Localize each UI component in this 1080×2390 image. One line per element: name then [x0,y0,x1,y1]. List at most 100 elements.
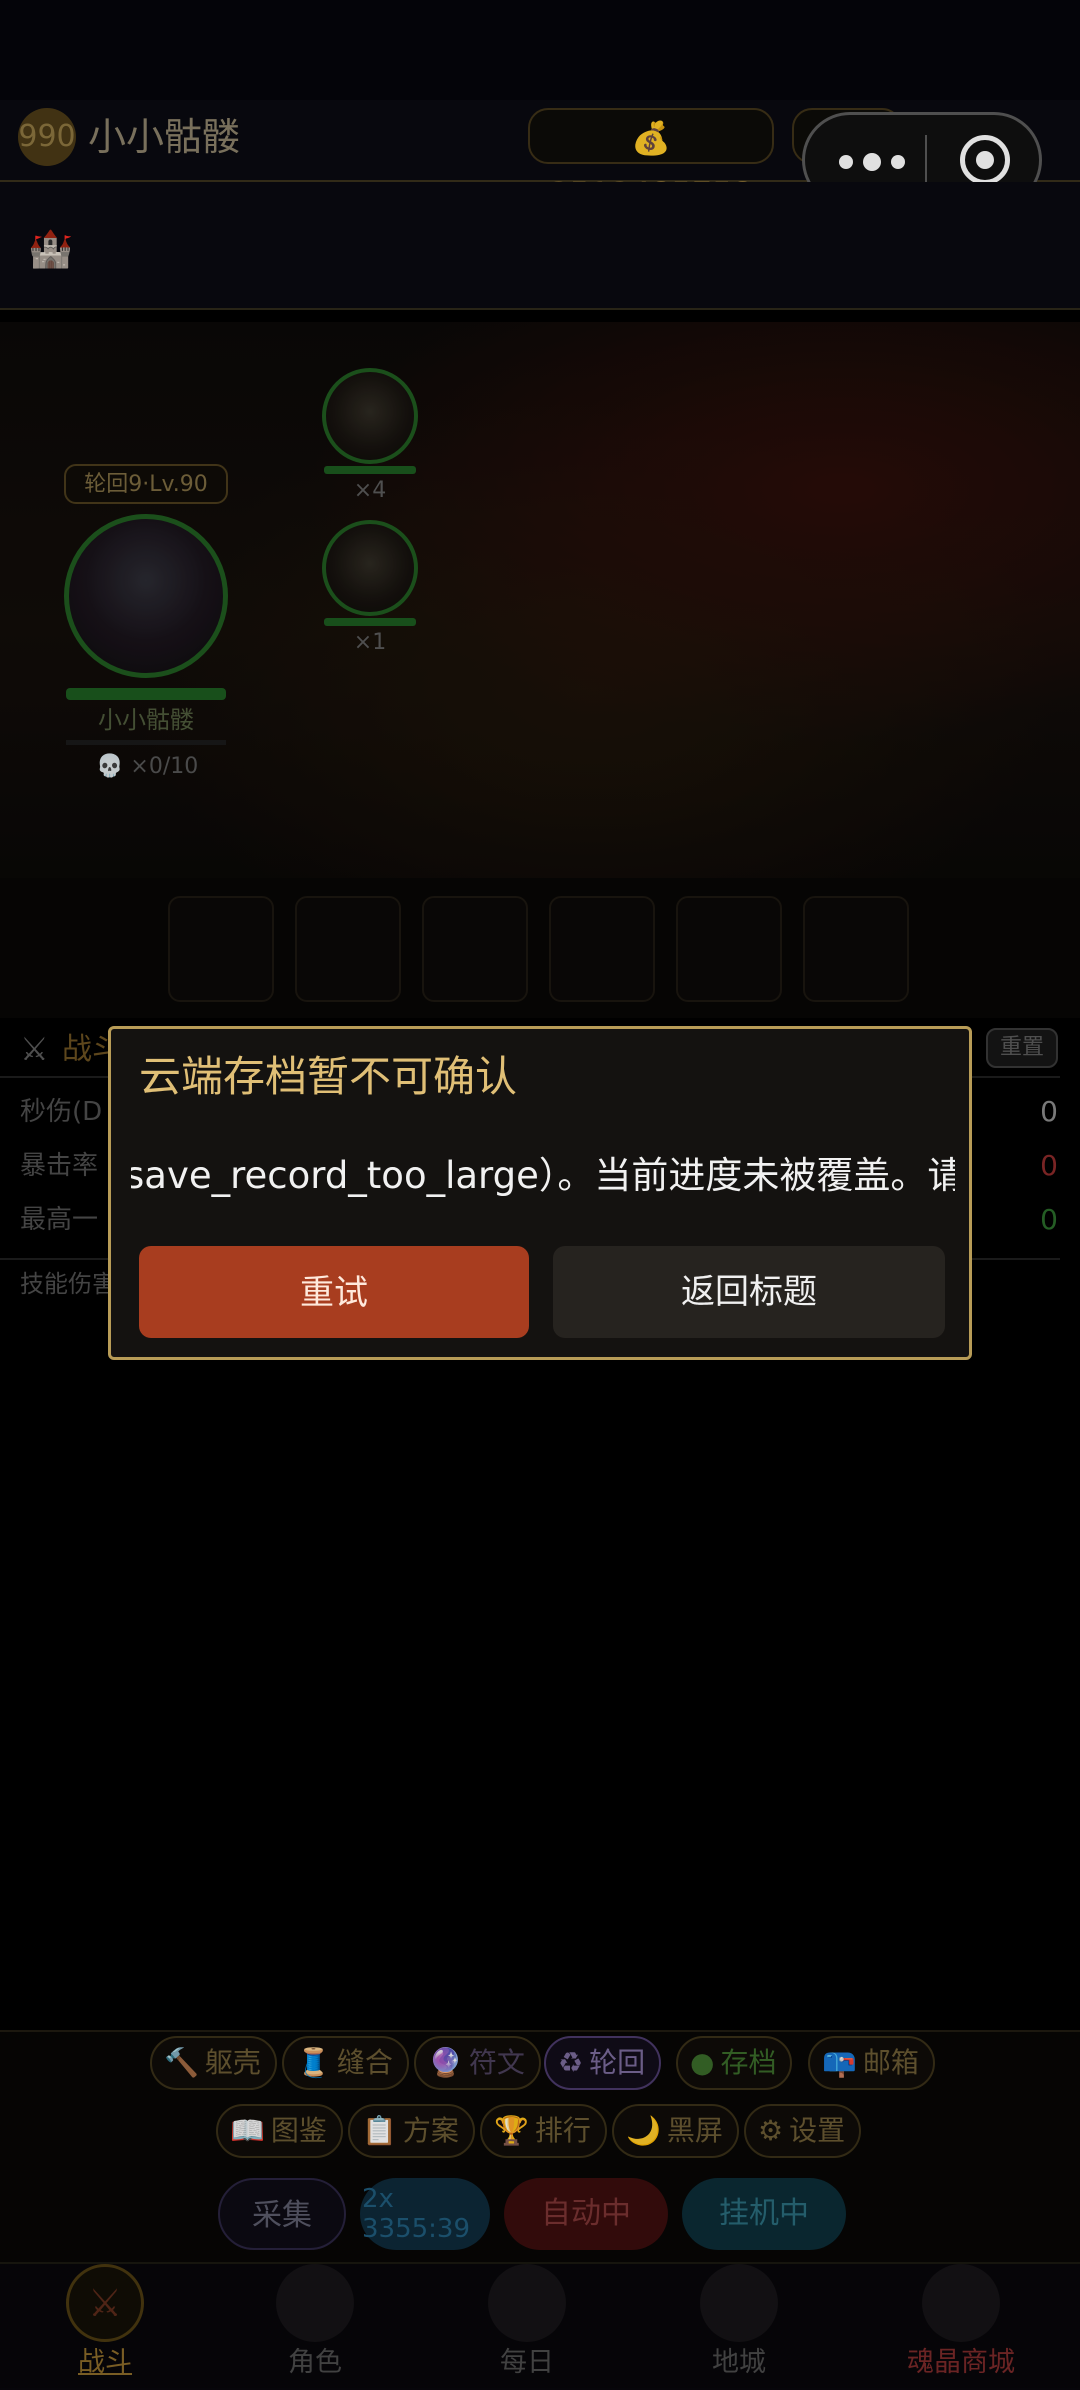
skull-icon: 💀 [96,754,124,779]
chip-label: 符文 [468,2046,525,2079]
kill-progress: 💀 ×0/10 [96,750,198,784]
enemy-count: ×1 [353,630,387,655]
chip-label: 图鉴 [270,2114,327,2147]
nav-daily[interactable]: 每日 [452,2262,602,2388]
character-icon [276,2264,354,2342]
speed-label: 2x [362,2184,394,2214]
dialog-message: save_record_too_large）。当前进度未被覆盖。请稍后 [131,1154,955,1197]
crossed-swords-icon: ⚔ [20,1030,49,1068]
hero-hp-bar [66,688,226,700]
retry-button[interactable]: 重试 [139,1246,529,1338]
skill-slot[interactable] [295,896,401,1002]
kill-count: ×0/10 [130,754,199,779]
timer-label: 3355:39 [362,2214,471,2244]
skill-slot[interactable] [422,896,528,1002]
auto-battle-button[interactable]: 自动中 [504,2178,668,2250]
trophy-icon: 🏆 [494,2114,529,2147]
stat-value: 0 [1040,1095,1058,1128]
skill-slot[interactable] [803,896,909,1002]
daily-icon [488,2264,566,2342]
chip-label: 邮箱 [862,2046,919,2079]
enemy-portrait[interactable] [322,520,418,616]
nav-character[interactable]: 角色 [240,2262,390,2388]
hammer-icon: 🔨 [164,2046,199,2079]
mailbox-icon: 📪 [822,2046,857,2079]
nav-battle[interactable]: ⚔ 战斗 [30,2262,180,2388]
nav-soul-shop[interactable]: 魂晶商城 [886,2262,1036,2388]
cloud-save-dialog: 云端存档暂不可确认 save_record_too_large）。当前进度未被覆… [108,1026,972,1360]
chip-label: 轮回 [589,2046,646,2079]
chip-label: 排行 [534,2114,591,2147]
thread-icon: 🧵 [296,2046,331,2079]
nav-label: 地城 [712,2347,766,2378]
nav-label: 战斗 [78,2347,132,2378]
more-menu-icon[interactable] [835,151,915,175]
chip-mailbox[interactable]: 📪 邮箱 [808,2036,935,2090]
chip-label: 躯壳 [204,2046,261,2079]
enemy-count: ×4 [353,478,387,503]
moon-icon: 🌙 [626,2114,661,2147]
idle-button[interactable]: 挂机中 [682,2178,846,2250]
nav-label: 每日 [500,2347,554,2378]
skill-slot-row [0,878,1080,1018]
status-bar [0,0,1080,100]
dungeon-icon [700,2264,778,2342]
gear-icon: ⚙ [758,2114,784,2147]
book-icon: 📖 [230,2114,265,2147]
stat-label: 最高一 [20,1205,99,1235]
stat-value: 0 [1040,1203,1058,1236]
sub-bar [0,182,1080,310]
dialog-title: 云端存档暂不可确认 [139,1052,518,1101]
capsule-divider [925,135,927,187]
stat-label: 秒伤(D [20,1097,103,1127]
enemy-portrait[interactable] [322,368,418,464]
chip-stitch[interactable]: 🧵 缝合 [282,2036,409,2090]
chip-codex[interactable]: 📖 图鉴 [216,2104,343,2158]
nav-label: 角色 [288,2347,342,2378]
chip-rune[interactable]: 🔮 符文 [414,2036,541,2090]
chip-body[interactable]: 🔨 躯壳 [150,2036,277,2090]
collect-button[interactable]: 采集 [218,2178,346,2250]
chip-ranking[interactable]: 🏆 排行 [480,2104,607,2158]
skill-damage-label: 技能伤害 [20,1270,116,1298]
enemy-hp-bar [324,618,416,626]
skill-slot[interactable] [676,896,782,1002]
chip-black-screen[interactable]: 🌙 黑屏 [612,2104,739,2158]
chip-save[interactable]: ● 存档 [676,2036,793,2090]
chip-label: 设置 [789,2114,846,2147]
chip-settings[interactable]: ⚙ 设置 [744,2104,862,2158]
dialog-message-viewport: save_record_too_large）。当前进度未被覆盖。请稍后 [131,1145,955,1207]
soul-crystal-icon [922,2264,1000,2342]
clipboard-icon: 📋 [362,2114,397,2147]
reset-stats-button[interactable]: 重置 [986,1028,1058,1068]
speed-timer-button[interactable]: 2x 3355:39 [360,2178,490,2250]
hero-name: 小小骷髅 [98,706,194,734]
recycle-icon: ♻ [558,2046,584,2079]
close-miniprogram-icon[interactable] [960,135,1010,185]
castle-icon[interactable]: 🏰 [28,228,73,270]
crystal-ball-icon: 🔮 [428,2046,463,2079]
chip-label: 存档 [720,2046,777,2079]
hero-exp-bar [66,740,226,745]
gold-counter: 💰 3513485758 [528,108,774,213]
stat-value: 0 [1040,1149,1058,1182]
chip-rebirth[interactable]: ♻ 轮回 [544,2036,662,2090]
hero-portrait[interactable] [64,514,228,678]
enemy-hp-bar [324,466,416,474]
back-to-title-button[interactable]: 返回标题 [553,1246,945,1338]
chip-label: 方案 [402,2114,459,2147]
player-name: 小小骷髅 [88,115,241,159]
skill-slot[interactable] [549,896,655,1002]
hero-rebirth-level-tag: 轮回9·Lv.90 [64,464,228,504]
skill-slot[interactable] [168,896,274,1002]
nav-label: 魂晶商城 [907,2347,1015,2378]
chip-label: 缝合 [336,2046,393,2079]
green-dot-icon: ● [690,2046,715,2079]
player-level-badge[interactable]: 990 [18,108,76,166]
money-bag-icon: 💰 [631,119,671,157]
chip-label: 黑屏 [666,2114,723,2147]
chip-plan[interactable]: 📋 方案 [348,2104,475,2158]
stat-label: 暴击率 [20,1151,99,1181]
crossed-swords-icon: ⚔ [66,2264,144,2342]
nav-dungeon[interactable]: 地城 [664,2262,814,2388]
